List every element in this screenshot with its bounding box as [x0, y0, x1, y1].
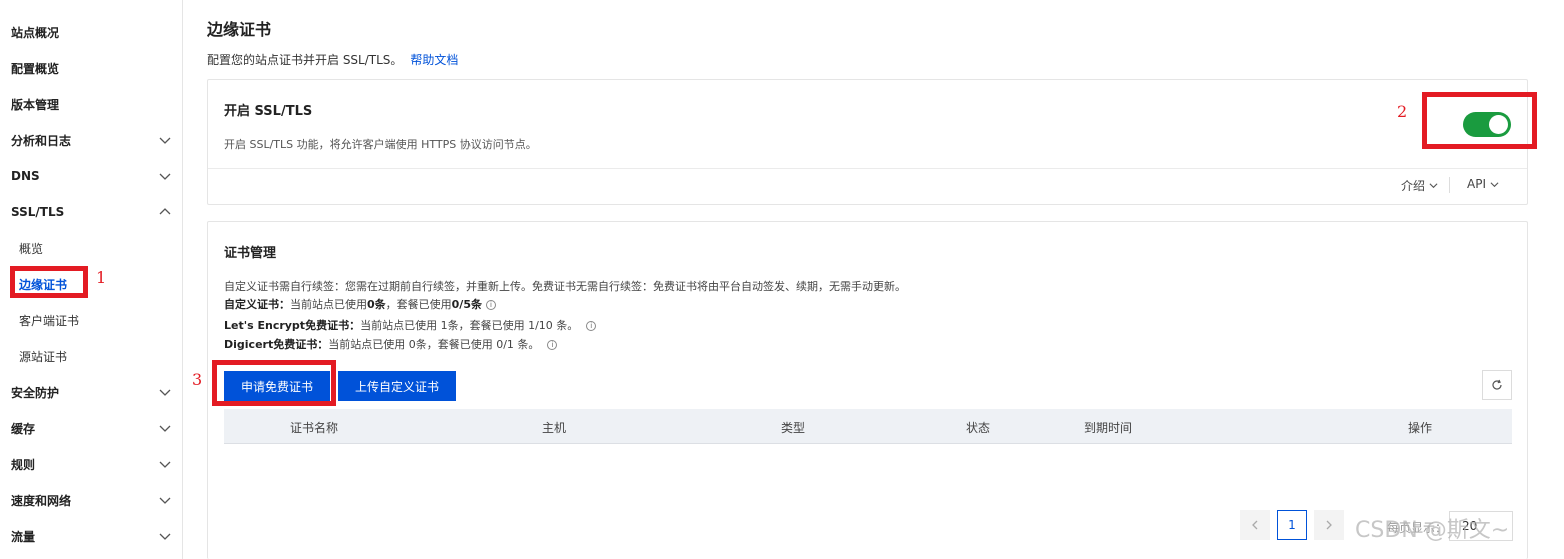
pagination-next-button[interactable]: [1314, 510, 1344, 540]
sidebar-item-label: 缓存: [11, 421, 36, 436]
chevron-up-icon: [159, 208, 171, 215]
watermark: CSDN @斯文~: [1355, 518, 1510, 543]
page-description-text: 配置您的站点证书并开启 SSL/TLS。: [207, 53, 403, 67]
sidebar-item-ssl-tls[interactable]: SSL/TLS: [0, 194, 182, 230]
chevron-left-icon: [1252, 520, 1258, 530]
column-header-type: 类型: [781, 421, 806, 435]
sidebar-item-label: 流量: [11, 529, 36, 544]
chevron-down-icon: [159, 425, 171, 432]
sidebar-subitem-client-certs[interactable]: 客户端证书: [0, 302, 182, 338]
chevron-down-icon: [1429, 183, 1438, 189]
column-header-cert-name: 证书名称: [290, 421, 339, 435]
annotation-box-toggle: [1422, 92, 1537, 149]
sidebar-item-label: 概览: [19, 241, 44, 256]
info-icon[interactable]: i: [586, 321, 597, 331]
sidebar-item-config-overview[interactable]: 配置概览: [0, 50, 182, 86]
custom-cert-usage: 自定义证书：当前站点已使用0条，套餐已使用0/5条 i: [224, 296, 496, 312]
sidebar-item-dns[interactable]: DNS: [0, 158, 182, 194]
help-doc-link[interactable]: 帮助文档: [410, 53, 458, 67]
sidebar-item-security[interactable]: 安全防护: [0, 374, 182, 410]
pagination-prev-button[interactable]: [1240, 510, 1270, 540]
sidebar-item-label: 分析和日志: [11, 133, 72, 148]
pagination-current-page[interactable]: 1: [1277, 510, 1307, 540]
sidebar-item-site-overview[interactable]: 站点概况: [0, 14, 182, 50]
sidebar-item-label: 客户端证书: [19, 313, 80, 328]
sidebar-item-label: 安全防护: [11, 385, 60, 400]
intro-dropdown[interactable]: 介绍: [1401, 177, 1438, 194]
custom-cert-pre: 当前站点已使用: [290, 298, 367, 311]
sidebar-item-version[interactable]: 版本管理: [0, 86, 182, 122]
intro-label: 介绍: [1401, 179, 1426, 193]
refresh-icon: [1492, 379, 1502, 390]
refresh-button[interactable]: [1482, 370, 1512, 400]
table-header: 证书名称 主机 类型 状态 到期时间 操作: [224, 409, 1512, 444]
sidebar-item-rules[interactable]: 规则: [0, 446, 182, 482]
page-description: 配置您的站点证书并开启 SSL/TLS。 帮助文档: [207, 51, 458, 68]
chevron-right-icon: [1326, 520, 1332, 530]
sidebar-item-speed-network[interactable]: 速度和网络: [0, 482, 182, 518]
sidebar-item-label: 版本管理: [11, 97, 60, 112]
annotation-number: 3: [192, 370, 203, 389]
letsencrypt-usage: Let's Encrypt免费证书：当前站点已使用 1条，套餐已使用 1/10 …: [224, 317, 597, 333]
chevron-down-icon: [159, 137, 171, 144]
chevron-down-icon: [159, 173, 171, 180]
page-title: 边缘证书: [207, 20, 272, 39]
sidebar-item-label: 配置概览: [11, 61, 60, 76]
letsencrypt-value: 当前站点已使用 1条，套餐已使用 1/10 条。: [360, 319, 579, 332]
footer-separator: [1449, 177, 1450, 193]
renewal-info: 自定义证书需自行续签：您需在过期前自行续签，并重新上传。免费证书无需自行续签：免…: [224, 280, 906, 293]
sidebar-item-label: 规则: [11, 457, 36, 472]
info-icon[interactable]: i: [547, 340, 558, 350]
cert-card-title: 证书管理: [224, 246, 277, 261]
ssl-tls-card: 开启 SSL/TLS 开启 SSL/TLS 功能，将允许客户端使用 HTTPS …: [207, 79, 1528, 205]
digicert-value: 当前站点已使用 0条，套餐已使用 0/1 条。: [328, 338, 540, 351]
custom-cert-key: 自定义证书：: [224, 298, 290, 311]
sidebar-subitem-overview[interactable]: 概览: [0, 230, 182, 266]
api-label: API: [1467, 177, 1486, 191]
digicert-usage: Digicert免费证书：当前站点已使用 0条，套餐已使用 0/1 条。 i: [224, 336, 558, 352]
annotation-box-apply-button: [212, 360, 336, 406]
letsencrypt-key: Let's Encrypt免费证书：: [224, 319, 361, 332]
ssl-card-title: 开启 SSL/TLS: [224, 104, 313, 119]
custom-cert-quota: 0/5条: [451, 298, 482, 311]
info-icon[interactable]: i: [485, 300, 496, 310]
custom-cert-mid: ，套餐已使用: [385, 298, 452, 311]
chevron-down-icon: [159, 461, 171, 468]
chevron-down-icon: [159, 533, 171, 540]
sidebar-item-label: 速度和网络: [11, 493, 72, 508]
upload-custom-cert-button[interactable]: 上传自定义证书: [338, 371, 456, 401]
sidebar-subitem-origin-certs[interactable]: 源站证书: [0, 338, 182, 374]
chevron-down-icon: [1490, 181, 1499, 187]
sidebar-item-analytics[interactable]: 分析和日志: [0, 122, 182, 158]
column-header-host: 主机: [542, 421, 567, 435]
annotation-number: 1: [96, 268, 107, 287]
sidebar-item-cache[interactable]: 缓存: [0, 410, 182, 446]
column-header-expiry: 到期时间: [1084, 421, 1133, 435]
annotation-box-edge-certs: [10, 266, 88, 298]
column-header-status: 状态: [966, 421, 991, 435]
main-content: 边缘证书 配置您的站点证书并开启 SSL/TLS。 帮助文档 开启 SSL/TLS…: [207, 0, 1537, 559]
sidebar-item-traffic[interactable]: 流量: [0, 518, 182, 554]
custom-cert-used: 0条: [367, 298, 386, 311]
api-dropdown[interactable]: API: [1467, 177, 1499, 191]
sidebar-item-label: SSL/TLS: [11, 205, 65, 219]
ssl-card-description: 开启 SSL/TLS 功能，将允许客户端使用 HTTPS 协议访问节点。: [224, 138, 537, 151]
sidebar-item-label: 源站证书: [19, 349, 68, 364]
chevron-down-icon: [159, 389, 171, 396]
cert-management-card: 证书管理 自定义证书需自行续签：您需在过期前自行续签，并重新上传。免费证书无需自…: [207, 221, 1528, 559]
digicert-key: Digicert免费证书：: [224, 338, 329, 351]
column-header-actions: 操作: [1408, 421, 1433, 435]
annotation-number: 2: [1397, 102, 1408, 121]
sidebar-item-label: DNS: [11, 169, 40, 183]
card-divider: [208, 168, 1527, 169]
chevron-down-icon: [159, 497, 171, 504]
sidebar-item-label: 站点概况: [11, 25, 60, 40]
